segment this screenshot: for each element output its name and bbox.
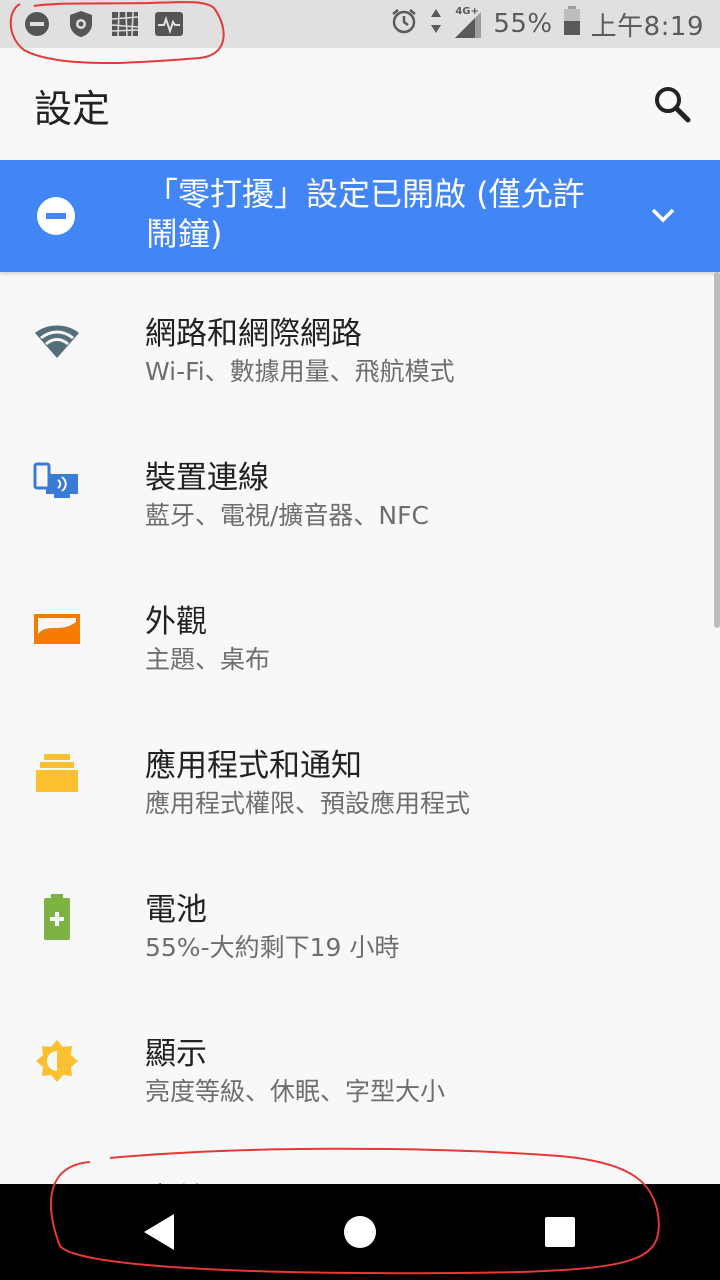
back-button[interactable] <box>136 1208 184 1256</box>
back-icon <box>144 1214 174 1250</box>
item-title: 顯示 <box>145 1036 207 1072</box>
search-button[interactable] <box>650 82 694 126</box>
settings-item-sound[interactable]: 音效 <box>145 1170 345 1184</box>
recents-icon <box>545 1217 575 1247</box>
settings-item-network[interactable]: 網路和網際網路 Wi-Fi、數據用量、飛航模式 <box>0 272 720 416</box>
chevron-down-icon <box>651 208 675 223</box>
alarm-icon <box>389 6 419 43</box>
item-subtitle: 主題、桌布 <box>145 645 271 674</box>
clock: 上午8:19 <box>590 11 704 42</box>
dnd-status-icon <box>22 9 52 39</box>
item-title: 裝置連線 <box>145 460 269 496</box>
scrollbar[interactable] <box>714 272 720 628</box>
recents-button[interactable] <box>536 1208 584 1256</box>
home-button[interactable] <box>336 1208 384 1256</box>
settings-item-apps[interactable]: 應用程式和通知 應用程式權限、預設應用程式 <box>0 704 720 848</box>
dnd-icon <box>36 196 76 236</box>
item-subtitle: Wi-Fi、數據用量、飛航模式 <box>145 357 455 386</box>
status-right: 4G+ 55% 上午8:19 <box>389 0 704 48</box>
settings-item-battery[interactable]: 電池 55%-大約剩下19 小時 <box>0 848 720 992</box>
settings-item-display[interactable]: 顯示 亮度等級、休眠、字型大小 <box>0 992 720 1136</box>
signal-noise-icon <box>110 9 140 39</box>
wifi-icon <box>32 316 82 366</box>
cellular-signal-icon: 4G+ <box>453 6 483 40</box>
expand-button[interactable] <box>648 200 678 230</box>
brightness-icon <box>32 1036 82 1086</box>
navigation-bar <box>0 1184 720 1280</box>
item-subtitle: 亮度等級、休眠、字型大小 <box>145 1077 446 1106</box>
status-bar: 4G+ 55% 上午8:19 <box>0 0 720 48</box>
item-title: 外觀 <box>145 604 207 640</box>
item-title: 電池 <box>145 892 207 928</box>
devices-icon <box>32 460 82 510</box>
settings-item-connected-devices[interactable]: 裝置連線 藍牙、電視/擴音器、NFC <box>0 416 720 560</box>
page-title: 設定 <box>34 87 111 131</box>
settings-item-display-theme[interactable]: 外觀 主題、桌布 <box>0 560 720 704</box>
item-subtitle: 藍牙、電視/擴音器、NFC <box>145 501 429 530</box>
activity-icon <box>154 9 184 39</box>
status-left-icons <box>22 8 184 40</box>
item-title: 網路和網際網路 <box>145 316 362 352</box>
dnd-banner[interactable]: 「零打擾」設定已開啟 (僅允許鬧鐘) <box>0 160 720 272</box>
dnd-banner-text: 「零打擾」設定已開啟 (僅允許鬧鐘) <box>146 175 585 253</box>
shield-icon <box>66 9 96 39</box>
data-arrows-icon <box>429 7 443 42</box>
home-icon <box>344 1216 376 1248</box>
item-subtitle: 應用程式權限、預設應用程式 <box>145 789 471 818</box>
item-subtitle: 55%-大約剩下19 小時 <box>145 933 400 962</box>
item-title: 應用程式和通知 <box>145 748 362 784</box>
apps-icon <box>32 748 82 798</box>
wallpaper-icon <box>32 604 82 654</box>
search-icon <box>655 87 691 123</box>
app-bar: 設定 <box>0 48 720 160</box>
battery-status-icon <box>563 5 581 43</box>
battery-icon <box>32 892 82 942</box>
battery-percent: 55% <box>493 9 553 39</box>
settings-list: 網路和網際網路 Wi-Fi、數據用量、飛航模式 裝置連線 藍牙、電視/擴音器、N… <box>0 272 720 1136</box>
